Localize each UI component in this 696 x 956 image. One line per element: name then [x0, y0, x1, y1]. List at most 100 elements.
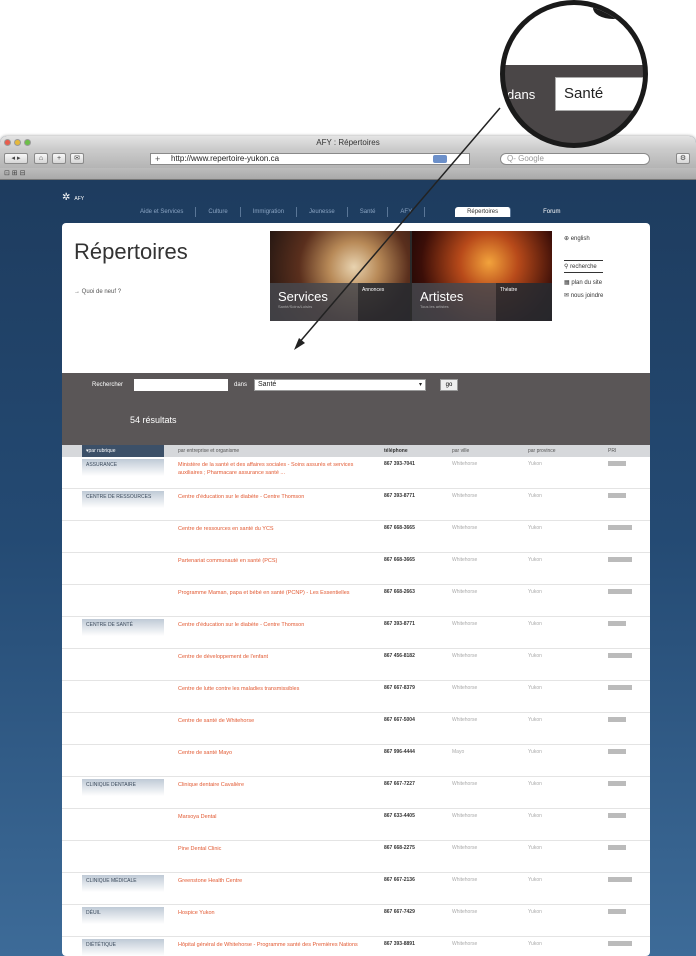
- back-forward-button[interactable]: ◂ ▸: [4, 153, 28, 164]
- table-row: Centre de santé Mayo 867 996-4444 Mayo Yuko…: [62, 745, 650, 777]
- window-title: AFY : Répertoires: [316, 138, 380, 147]
- row-rating-bar: [608, 717, 626, 722]
- nav-item[interactable]: Jeunesse: [297, 207, 348, 217]
- nav-item[interactable]: Immigration: [241, 207, 298, 217]
- row-telephone: 867 668-3665: [384, 557, 415, 563]
- banner-artistes-button[interactable]: Artistes Tous les artistes: [412, 283, 496, 321]
- row-organization-link[interactable]: Hospice Yukon: [178, 909, 374, 917]
- website: ✲ AFY Aide et Services Culture Immigratio…: [0, 180, 696, 956]
- nav-item[interactable]: Santé: [348, 207, 389, 217]
- minimize-icon[interactable]: [14, 139, 21, 146]
- row-telephone: 867 667-2136: [384, 877, 415, 883]
- settings-icon[interactable]: ⚙: [676, 153, 690, 164]
- whats-new-link[interactable]: → Quoi de neuf ?: [74, 289, 121, 295]
- row-province: Yukon: [528, 813, 542, 819]
- row-province: Yukon: [528, 461, 542, 467]
- contact-link[interactable]: ✉ nous joindre: [564, 292, 603, 299]
- browser-toolbar: ◂ ▸ ⌂ + ✉ + http://www.repertoire-yukon.…: [0, 150, 696, 168]
- row-city: Whitehorse: [452, 621, 478, 627]
- sitemap-link[interactable]: ▦ plan du site: [564, 279, 603, 286]
- bookmarks-icon[interactable]: ⊡ ⊞ ⊟: [4, 170, 26, 177]
- browser-search-field[interactable]: Q- Google: [500, 153, 650, 165]
- row-organization-link[interactable]: Centre d'éducation sur le diabète - Cent…: [178, 621, 374, 629]
- row-rating-bar: [608, 557, 632, 562]
- category-select[interactable]: Santé ▾: [254, 379, 426, 391]
- url-field[interactable]: + http://www.repertoire-yukon.ca: [150, 153, 470, 165]
- row-city: Whitehorse: [452, 941, 478, 947]
- row-organization-link[interactable]: Centre de développement de l'enfant: [178, 653, 374, 661]
- header-ville[interactable]: par ville: [452, 448, 469, 454]
- add-bookmark-icon[interactable]: +: [52, 153, 66, 164]
- row-rating-bar: [608, 685, 632, 690]
- window-controls: [4, 139, 31, 146]
- site-nav: Aide et Services Culture Immigration Jeu…: [128, 207, 572, 217]
- nav-item[interactable]: Culture: [196, 207, 241, 217]
- dans-label: dans: [234, 382, 248, 388]
- header-province[interactable]: par province: [528, 448, 556, 454]
- row-organization-link[interactable]: Ministère de la santé et des affaires so…: [178, 461, 374, 477]
- row-organization-link[interactable]: Clinique dentaire Cavalière: [178, 781, 374, 789]
- row-organization-link[interactable]: Marsoya Dental: [178, 813, 374, 821]
- row-rating-bar: [608, 589, 632, 594]
- table-row: Centre de santé de Whitehorse 867 667-500…: [62, 713, 650, 745]
- header-pri[interactable]: PRI: [608, 448, 616, 454]
- utility-links: ⊕ english ⚲ recherche ▦ plan du site ✉ n…: [564, 235, 604, 305]
- mail-icon[interactable]: ✉: [70, 153, 84, 164]
- table-row: CLINIQUE DENTAIRE Clinique dentaire Caval…: [62, 777, 650, 809]
- row-city: Whitehorse: [452, 557, 478, 563]
- row-organization-link[interactable]: Centre de santé Mayo: [178, 749, 374, 757]
- row-city: Whitehorse: [452, 813, 478, 819]
- nav-item-forum[interactable]: Forum: [531, 207, 572, 217]
- row-organization-link[interactable]: Centre de santé de Whitehorse: [178, 717, 374, 725]
- table-row: Centre de ressources en santé du YCS 867 …: [62, 521, 650, 553]
- nav-item[interactable]: Aide et Services: [128, 207, 197, 217]
- search-input[interactable]: [134, 379, 228, 391]
- row-organization-link[interactable]: Centre d'éducation sur le diabète - Cent…: [178, 493, 374, 501]
- row-organization-link[interactable]: Pine Dental Clinic: [178, 845, 374, 853]
- table-row: CLINIQUE MÉDICALE Greenstone Health Centr…: [62, 873, 650, 905]
- table-row: DÉUIL Hospice Yukon 867 667-7429 Whitehorse…: [62, 905, 650, 937]
- table-row: CENTRE DE SANTÉ Centre d'éducation sur le…: [62, 617, 650, 649]
- banner-theatre-button[interactable]: Théatre: [496, 283, 552, 321]
- row-category: DÉUIL: [82, 907, 164, 924]
- row-rating-bar: [608, 461, 626, 466]
- rss-icon[interactable]: [433, 155, 447, 163]
- row-city: Whitehorse: [452, 717, 478, 723]
- browser-window: AFY : Répertoires ◂ ▸ ⌂ + ✉ + http://www…: [0, 136, 696, 956]
- nav-item-repertoires[interactable]: Répertoires: [455, 207, 512, 217]
- row-organization-link[interactable]: Partenariat communauté en santé (PCS): [178, 557, 374, 565]
- row-organization-link[interactable]: Centre de ressources en santé du YCS: [178, 525, 374, 533]
- content-panel: Répertoires → Quoi de neuf ? Services San…: [62, 223, 650, 956]
- magnifier-dans-label: dans: [507, 87, 536, 102]
- row-city: Whitehorse: [452, 845, 478, 851]
- row-telephone: 867 667-8379: [384, 685, 415, 691]
- row-telephone: 867 668-2275: [384, 845, 415, 851]
- row-rating-bar: [608, 781, 626, 786]
- site-logo[interactable]: ✲ AFY: [62, 192, 84, 203]
- zoom-icon[interactable]: [24, 139, 31, 146]
- row-rating-bar: [608, 621, 626, 626]
- banner-services-button[interactable]: Services Santé/Soins/Loisirs: [270, 283, 358, 321]
- nav-item[interactable]: AFY: [388, 207, 426, 217]
- row-province: Yukon: [528, 557, 542, 563]
- english-link[interactable]: ⊕ english: [564, 235, 603, 242]
- header-telephone[interactable]: téléphone: [384, 448, 408, 454]
- row-province: Yukon: [528, 525, 542, 531]
- row-rating-bar: [608, 749, 626, 754]
- search-link[interactable]: ⚲ recherche: [564, 260, 604, 273]
- close-icon[interactable]: [4, 139, 11, 146]
- go-button[interactable]: go: [440, 379, 458, 391]
- row-organization-link[interactable]: Greenstone Health Centre: [178, 877, 374, 885]
- row-organization-link[interactable]: Hôpital général de Whitehorse - Programm…: [178, 941, 374, 949]
- table-row: Partenariat communauté en santé (PCS) 867…: [62, 553, 650, 585]
- header-entreprise[interactable]: par entreprise et organisme: [178, 448, 239, 454]
- row-telephone: 867 456-8182: [384, 653, 415, 659]
- banner-annonces-button[interactable]: Annonces: [358, 283, 410, 321]
- home-icon[interactable]: ⌂: [34, 153, 48, 164]
- row-organization-link[interactable]: Programme Maman, papa et bébé en santé (…: [178, 589, 374, 597]
- row-organization-link[interactable]: Centre de lutte contre les maladies tran…: [178, 685, 374, 693]
- row-city: Whitehorse: [452, 589, 478, 595]
- header-rubrique[interactable]: ▾ par rubrique: [82, 445, 164, 457]
- row-province: Yukon: [528, 845, 542, 851]
- table-row: DIÉTÉTIQUE Hôpital général de Whitehorse …: [62, 937, 650, 956]
